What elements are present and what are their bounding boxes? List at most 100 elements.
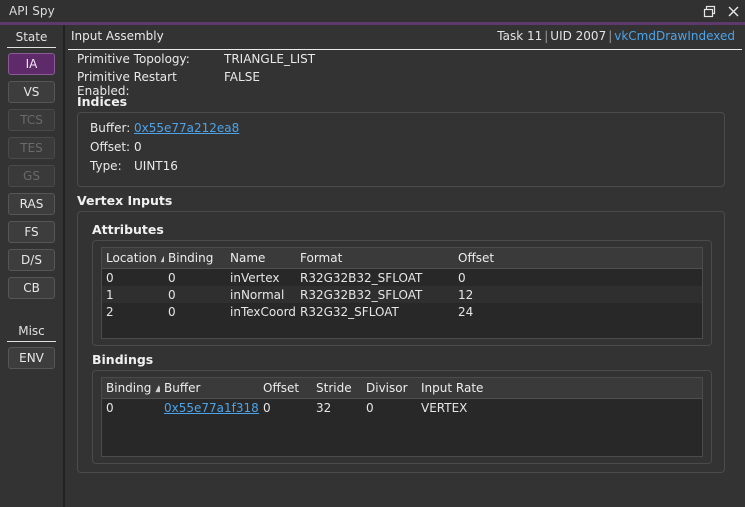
table-header-row: Binding▲ Buffer Offset Stride Divisor In… [102, 378, 702, 399]
content-area: Input Assembly Task 11 | UID 2007 | vkCmdDra… [65, 25, 745, 507]
sidebar-item-gs: GS [8, 165, 55, 187]
column-header-input-rate[interactable]: Input Rate [417, 378, 702, 399]
table-row[interactable]: 1 0 inNormal R32G32B32_SFLOAT 12 [102, 286, 702, 303]
content-header: Input Assembly Task 11 | UID 2007 | vkCmdDra… [65, 25, 745, 47]
column-header-label: Binding [106, 380, 152, 395]
bindings-panel: Binding▲ Buffer Offset Stride Divisor In… [92, 370, 712, 464]
indices-type-value: UINT16 [134, 159, 178, 173]
sidebar-item-label: ENV [19, 351, 44, 365]
sidebar-rule-misc [7, 341, 56, 342]
sidebar-item-label: D/S [21, 253, 42, 267]
body-area: Primitive Topology: TRIANGLE_LIST Primit… [65, 52, 745, 507]
sidebar-item-tes: TES [8, 137, 55, 159]
buffer-link[interactable]: 0x55e77a1f3188 [164, 401, 259, 415]
indices-panel: Buffer: 0x55e77a212ea8 Offset: 0 Type: U… [77, 112, 725, 187]
sidebar-item-label: IA [25, 57, 38, 71]
attributes-title: Attributes [92, 222, 164, 237]
column-header-divisor[interactable]: Divisor [362, 378, 417, 399]
window-title: API Spy [9, 4, 55, 18]
sidebar-item-label: TCS [20, 113, 43, 127]
cell-offset: 12 [454, 286, 702, 303]
primitive-restart-row: Primitive Restart Enabled: FALSE [77, 70, 745, 98]
sort-ascending-icon: ▲ [155, 384, 160, 394]
column-header-label: Name [230, 250, 266, 265]
command-link[interactable]: vkCmdDrawIndexed [614, 29, 735, 43]
sidebar-item-fs[interactable]: FS [8, 221, 55, 243]
column-header-offset[interactable]: Offset [259, 378, 312, 399]
bindings-table-wrap: Binding▲ Buffer Offset Stride Divisor In… [101, 377, 703, 457]
sidebar-item-vs[interactable]: VS [8, 81, 55, 103]
cell-binding: 0 [164, 268, 226, 286]
bindings-table: Binding▲ Buffer Offset Stride Divisor In… [102, 378, 702, 416]
table-row[interactable]: 0 0 inVertex R32G32B32_SFLOAT 0 [102, 268, 702, 286]
primitive-restart-value: FALSE [224, 70, 260, 84]
table-row[interactable]: 2 0 inTexCoord R32G32_SFLOAT 24 [102, 303, 702, 320]
column-header-location[interactable]: Location ▲ [102, 248, 164, 269]
cell-binding: 0 [164, 303, 226, 320]
sidebar-item-tcs: TCS [8, 109, 55, 131]
column-header-binding[interactable]: Binding▲ [102, 378, 160, 399]
cell-binding: 0 [102, 398, 160, 416]
column-header-buffer[interactable]: Buffer [160, 378, 259, 399]
sidebar-item-cb[interactable]: CB [8, 277, 55, 299]
bindings-title: Bindings [92, 352, 154, 367]
column-header-label: Divisor [366, 380, 408, 395]
sidebar: State IA VS TCS TES GS RAS FS D/S CB Mis… [0, 25, 63, 507]
task-label: Task 11 [497, 29, 543, 43]
table-header-row: Location ▲ Binding Name Format Offset [102, 248, 702, 269]
restore-window-icon[interactable] [697, 0, 721, 22]
attributes-table-wrap: Location ▲ Binding Name Format Offset 0 [101, 247, 703, 339]
sidebar-rule-state [7, 47, 56, 48]
cell-input-rate: VERTEX [417, 398, 702, 416]
indices-type-row: Type: UINT16 [90, 159, 724, 178]
column-header-stride[interactable]: Stride [312, 378, 362, 399]
cell-offset: 0 [454, 268, 702, 286]
cell-name: inVertex [226, 268, 296, 286]
sidebar-item-env[interactable]: ENV [8, 347, 55, 369]
column-header-format[interactable]: Format [296, 248, 454, 269]
column-header-label: Binding [168, 250, 214, 265]
uid-label: UID 2007 [550, 29, 607, 43]
cell-location: 2 [102, 303, 164, 320]
column-header-label: Input Rate [421, 380, 484, 395]
sidebar-item-label: VS [23, 85, 40, 99]
cell-stride: 32 [312, 398, 362, 416]
indices-buffer-link[interactable]: 0x55e77a212ea8 [134, 121, 239, 135]
sidebar-item-ds[interactable]: D/S [8, 249, 55, 271]
sidebar-item-label: TES [20, 141, 43, 155]
indices-type-label: Type: [90, 159, 122, 173]
sidebar-item-label: CB [23, 281, 40, 295]
column-header-label: Offset [458, 250, 495, 265]
vertex-inputs-panel: Attributes Location ▲ Binding Name [77, 211, 725, 473]
cell-format: R32G32B32_SFLOAT [296, 268, 454, 286]
column-header-label: Stride [316, 380, 352, 395]
cell-name: inNormal [226, 286, 296, 303]
column-header-binding[interactable]: Binding [164, 248, 226, 269]
close-icon[interactable] [721, 0, 745, 22]
column-header-label: Buffer [164, 380, 201, 395]
table-row[interactable]: 0 0x55e77a1f3188 0 32 0 VERTEX [102, 398, 702, 416]
column-header-label: Location [106, 250, 157, 265]
indices-offset-value: 0 [134, 140, 142, 154]
cell-location: 1 [102, 286, 164, 303]
cell-name: inTexCoord [226, 303, 296, 320]
header-rule [68, 49, 742, 50]
sidebar-group-label-state: State [15, 30, 48, 44]
api-spy-window: API Spy State IA VS TCS TES GS RAS FS D/… [0, 0, 745, 507]
column-header-name[interactable]: Name [226, 248, 296, 269]
column-header-offset[interactable]: Offset [454, 248, 702, 269]
cell-offset: 24 [454, 303, 702, 320]
cell-format: R32G32B32_SFLOAT [296, 286, 454, 303]
attributes-table-empty-space [102, 320, 702, 338]
attributes-panel: Location ▲ Binding Name Format Offset 0 [92, 240, 712, 346]
primitive-topology-row: Primitive Topology: TRIANGLE_LIST [77, 52, 745, 70]
page-title: Input Assembly [71, 29, 164, 43]
sidebar-item-ia[interactable]: IA [8, 53, 55, 75]
cell-buffer[interactable]: 0x55e77a1f3188 [160, 398, 259, 416]
cell-format: R32G32_SFLOAT [296, 303, 454, 320]
sidebar-item-ras[interactable]: RAS [8, 193, 55, 215]
column-header-label: Format [300, 250, 343, 265]
cell-offset: 0 [259, 398, 312, 416]
cell-divisor: 0 [362, 398, 417, 416]
